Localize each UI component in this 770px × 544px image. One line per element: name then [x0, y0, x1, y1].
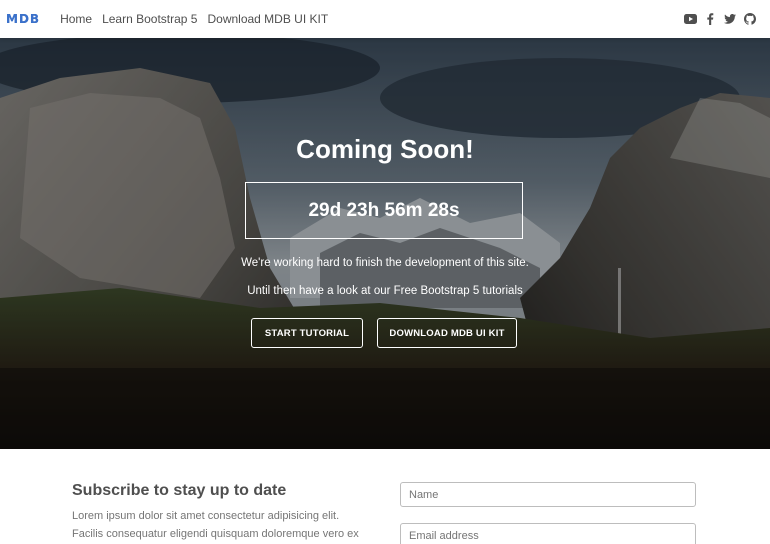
social-links [680, 9, 760, 29]
nav-link-home[interactable]: Home [60, 0, 97, 38]
twitter-icon[interactable] [720, 9, 740, 29]
hero-description: We're working hard to finish the develop… [241, 257, 529, 269]
countdown-timer: 29d 23h 56m 28s [245, 182, 523, 239]
brand-logo[interactable]: MDB [6, 0, 40, 38]
hero-section: Coming Soon! 29d 23h 56m 28s We're worki… [0, 38, 770, 449]
hero-subtext: Until then have a look at our Free Boots… [247, 285, 523, 297]
navbar: MDB Home Learn Bootstrap 5 Download MDB … [0, 0, 770, 38]
name-input[interactable] [400, 482, 696, 507]
youtube-icon[interactable] [680, 9, 700, 29]
email-input[interactable] [400, 523, 696, 544]
hero-content: Coming Soon! 29d 23h 56m 28s We're worki… [0, 38, 770, 449]
github-icon[interactable] [740, 9, 760, 29]
nav-link-learn-bootstrap[interactable]: Learn Bootstrap 5 [97, 0, 202, 38]
download-mdb-ui-kit-button[interactable]: DOWNLOAD MDB UI KIT [377, 318, 517, 348]
brand-text: MDB [6, 12, 41, 26]
nav-links: Home Learn Bootstrap 5 Download MDB UI K… [60, 0, 333, 38]
nav-link-download-mdb[interactable]: Download MDB UI KIT [202, 0, 333, 38]
facebook-icon[interactable] [700, 9, 720, 29]
subscribe-title: Subscribe to stay up to date [72, 482, 287, 499]
start-tutorial-button[interactable]: START TUTORIAL [251, 318, 363, 348]
hero-title: Coming Soon! [296, 134, 474, 164]
subscribe-description: Lorem ipsum dolor sit amet consectetur a… [72, 510, 359, 540]
